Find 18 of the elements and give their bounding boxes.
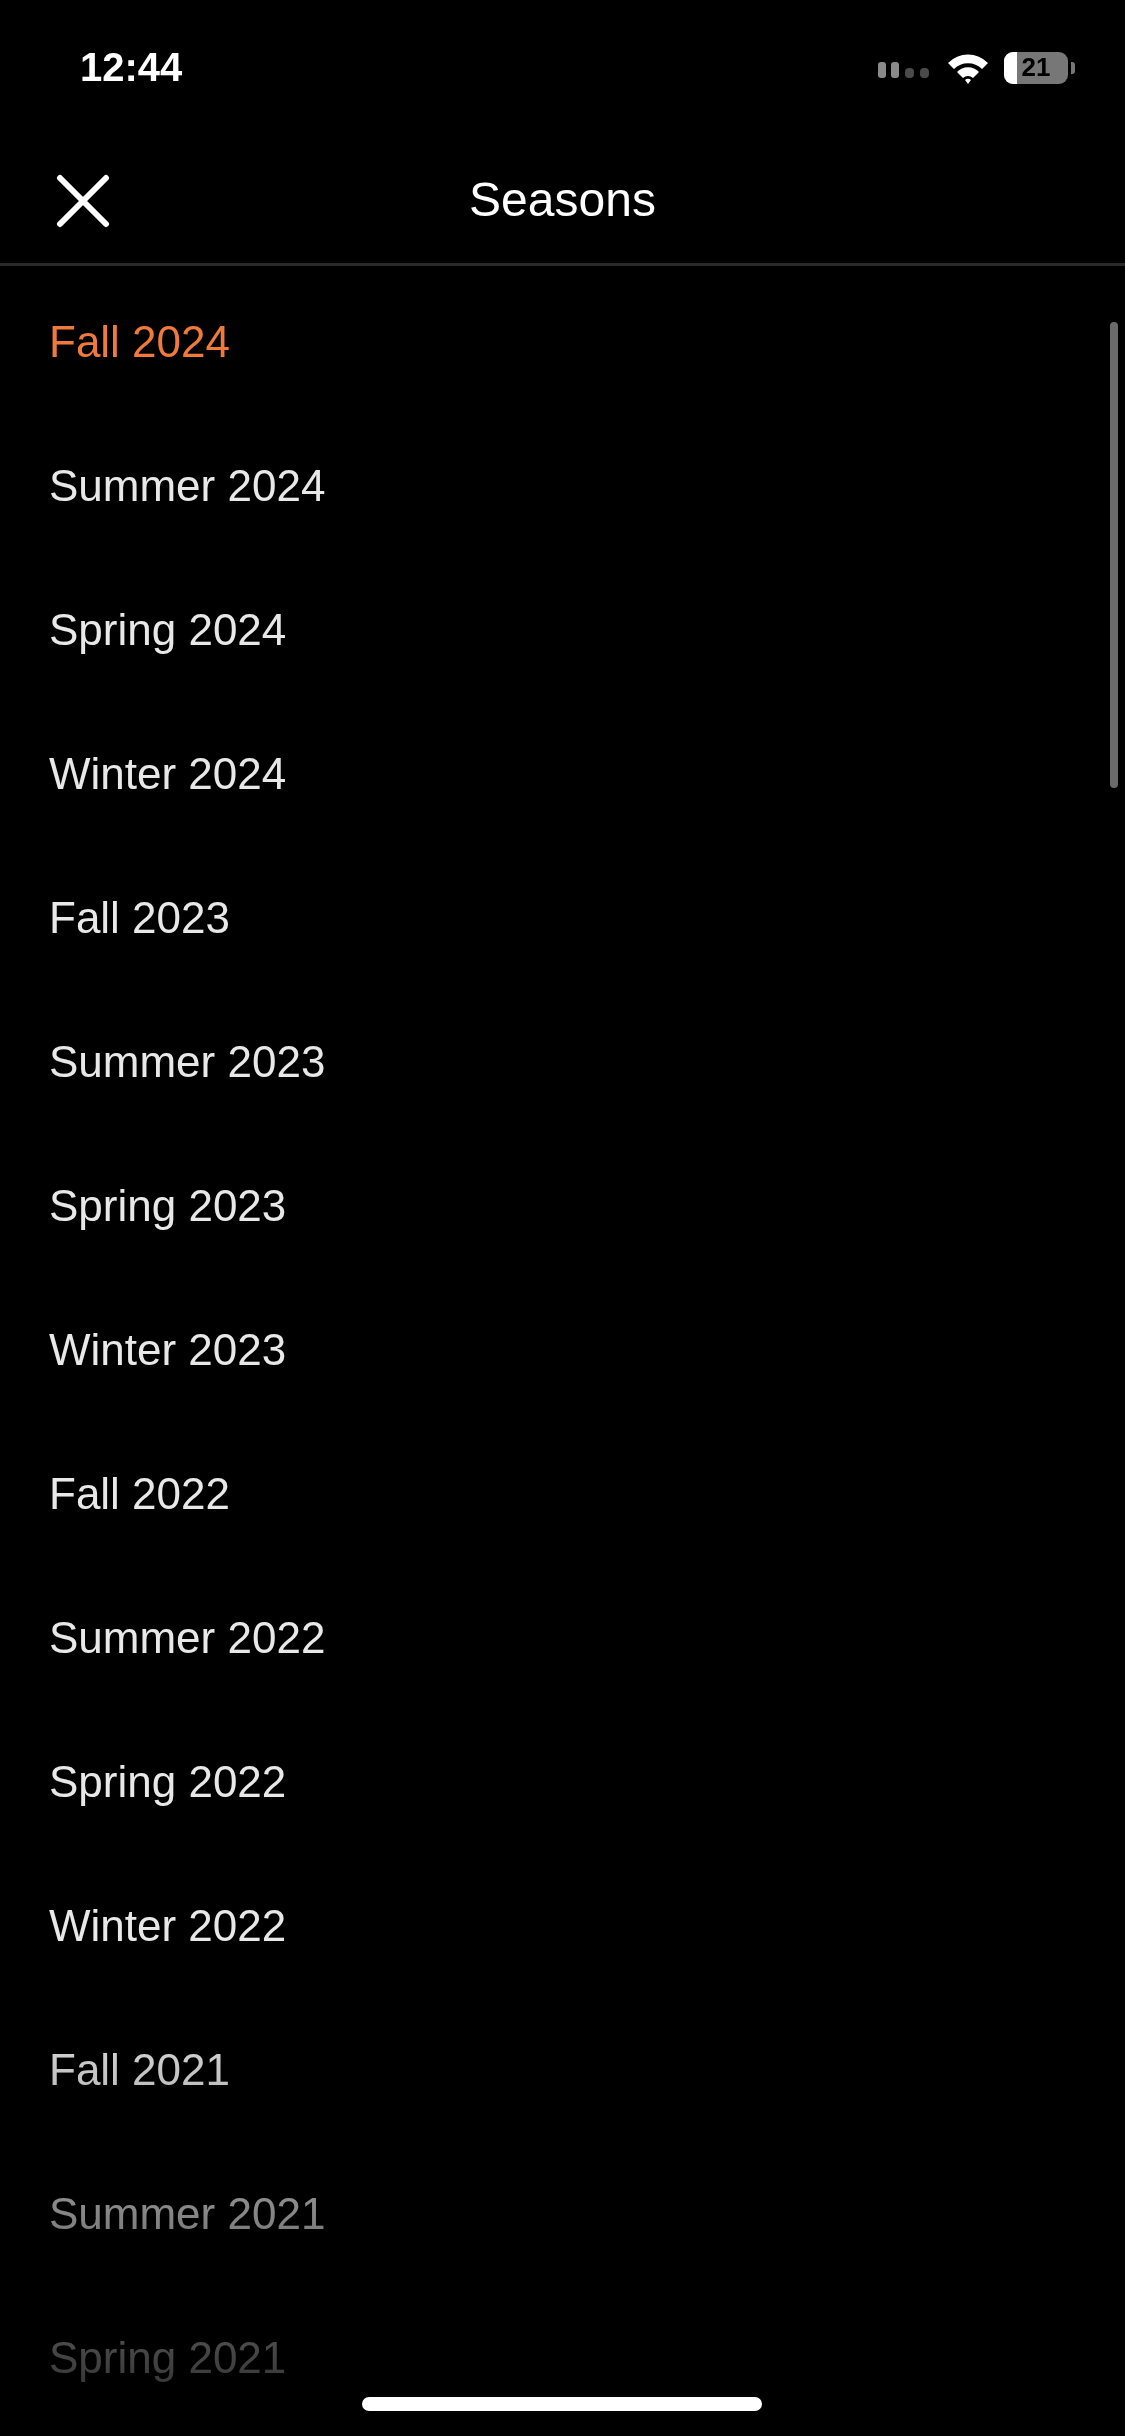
season-item[interactable]: Winter 2023 (0, 1278, 287, 1422)
season-item[interactable]: Spring 2023 (0, 1134, 287, 1278)
season-item[interactable]: Summer 2023 (0, 990, 326, 1134)
season-item[interactable]: Summer 2022 (0, 1566, 326, 1710)
season-item[interactable]: Winter 2024 (0, 702, 287, 846)
close-icon (56, 174, 110, 228)
scrollbar[interactable] (1110, 322, 1118, 788)
season-item[interactable]: Spring 2022 (0, 1710, 287, 1854)
season-item[interactable]: Spring 2024 (0, 558, 287, 702)
season-item[interactable]: Fall 2023 (0, 846, 230, 990)
season-item[interactable]: Fall 2021 (0, 1998, 230, 2142)
season-item[interactable]: Summer 2024 (0, 414, 326, 558)
season-item[interactable]: Fall 2022 (0, 1422, 230, 1566)
season-item[interactable]: Winter 2022 (0, 1854, 287, 1998)
screen-title: Seasons (469, 171, 656, 227)
season-item[interactable]: Summer 2021 (0, 2142, 326, 2286)
status-time: 12:44 (80, 45, 183, 90)
season-item[interactable]: Fall 2024 (0, 270, 230, 414)
